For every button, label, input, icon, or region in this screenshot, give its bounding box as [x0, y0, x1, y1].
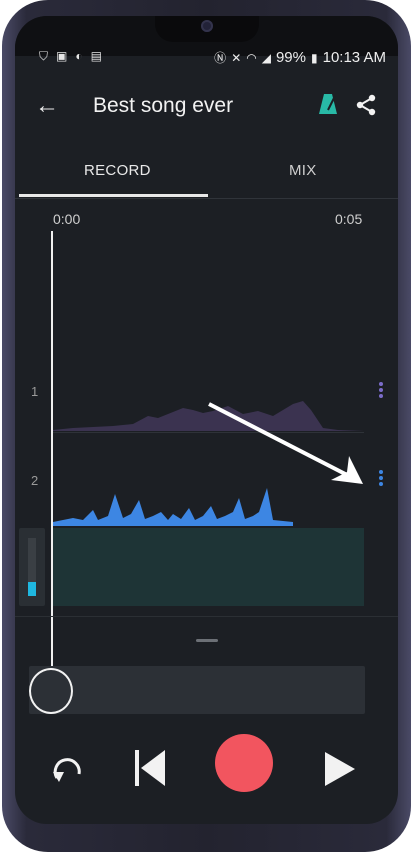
- sync-icon: ◐: [75, 49, 83, 63]
- page-title: Best song ever: [93, 94, 234, 117]
- tab-mix[interactable]: MIX: [289, 162, 317, 179]
- track-1-menu-icon[interactable]: [378, 380, 384, 402]
- app-bar: ← Best song ever: [15, 84, 398, 130]
- play-icon[interactable]: [325, 752, 355, 786]
- annotation-arrow-icon: [208, 402, 363, 484]
- skip-previous-icon[interactable]: [135, 750, 167, 786]
- camera-notch: [155, 16, 259, 42]
- timeline-end: 0:05: [335, 211, 363, 227]
- recording-lane[interactable]: [53, 528, 364, 606]
- timeline-start: 0:00: [53, 211, 81, 227]
- track-1-number: 1: [31, 384, 39, 399]
- divider: [15, 198, 398, 199]
- arrow-left-icon[interactable]: ←: [35, 92, 59, 120]
- transport-controls: [15, 734, 398, 804]
- share-icon[interactable]: [355, 94, 377, 116]
- overview-scrubber[interactable]: [29, 666, 365, 714]
- wifi-icon: ◠: [246, 50, 257, 65]
- status-left-icons: ⛉ ▣ ◐ ▤: [39, 49, 102, 64]
- nfc-icon: Ⓝ: [214, 51, 227, 65]
- divider: [15, 616, 398, 617]
- status-right: Ⓝ ✕ ◠ ◢ 99% ▮ 10:13 AM: [214, 49, 386, 66]
- signal-icon: ◢: [261, 50, 271, 65]
- battery-percent: 99%: [275, 49, 306, 66]
- track-2-number: 2: [31, 473, 39, 488]
- image-icon: ▣: [56, 49, 68, 63]
- track-2-menu-icon[interactable]: [378, 468, 384, 490]
- input-level-meter: [19, 528, 45, 606]
- active-tab-indicator: [19, 194, 208, 197]
- phone-frame: ⛉ ▣ ◐ ▤ Ⓝ ✕ ◠ ◢ 99% ▮ 10:13 AM ← Best so…: [2, 0, 411, 852]
- camera-icon: [201, 20, 213, 32]
- shield-icon: ⛉: [39, 49, 49, 63]
- file-icon: ▤: [90, 49, 102, 63]
- clock: 10:13 AM: [322, 49, 386, 66]
- track-2-waveform[interactable]: [53, 486, 293, 526]
- meter-fill: [28, 582, 36, 596]
- record-button[interactable]: [215, 734, 273, 792]
- scrubber-handle[interactable]: [29, 668, 73, 714]
- mute-icon: ✕: [231, 50, 242, 65]
- tab-bar: RECORD MIX: [15, 146, 398, 198]
- screen: ⛉ ▣ ◐ ▤ Ⓝ ✕ ◠ ◢ 99% ▮ 10:13 AM ← Best so…: [15, 16, 398, 824]
- drag-handle[interactable]: [196, 639, 218, 642]
- tab-record[interactable]: RECORD: [84, 162, 151, 179]
- metronome-icon[interactable]: [318, 92, 338, 116]
- battery-icon: ▮: [311, 50, 318, 65]
- undo-icon[interactable]: [51, 752, 85, 786]
